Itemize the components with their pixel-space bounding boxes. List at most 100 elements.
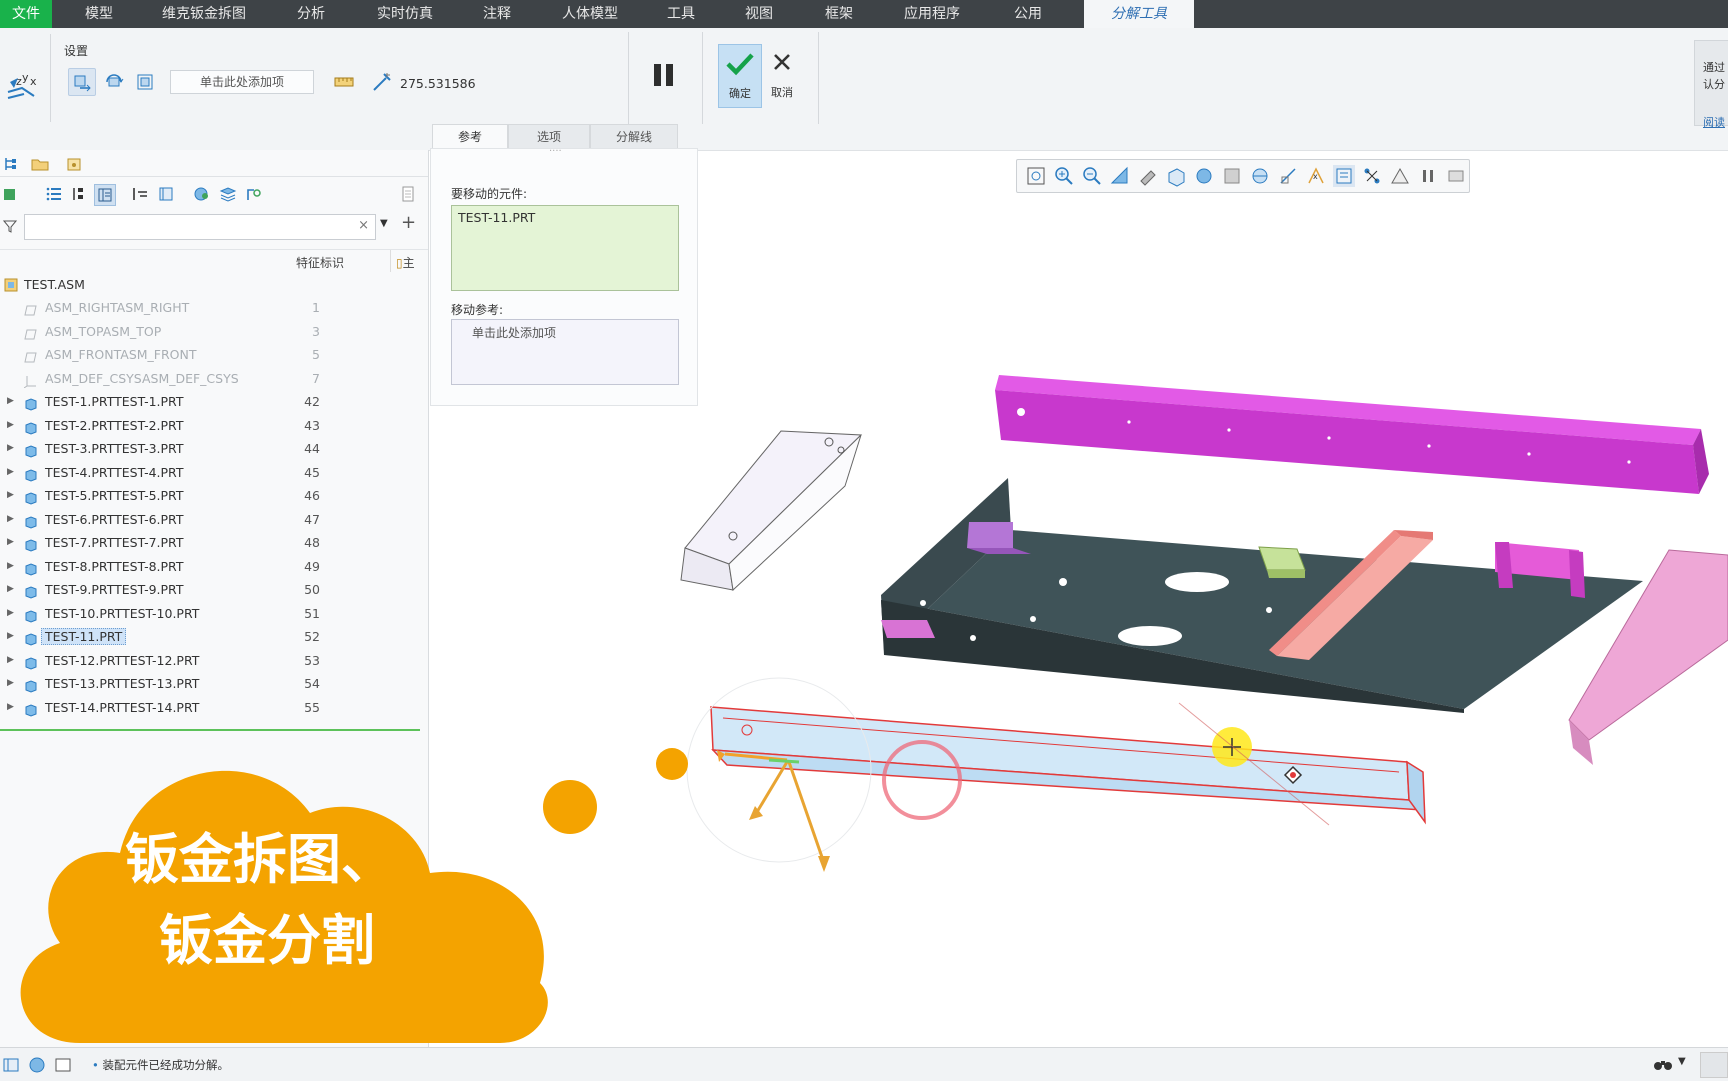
tree-row-test-13-prt[interactable]: ▶ TEST-13.PRTTEST-13.PRT 54: [0, 672, 428, 695]
fullscreen-toggle-icon[interactable]: [54, 1056, 72, 1074]
pause-button[interactable]: [650, 58, 678, 92]
components-to-move-collector[interactable]: TEST-11.PRT: [451, 205, 679, 291]
named-views-icon[interactable]: [1137, 165, 1159, 187]
part-magenta-channel[interactable]: [995, 375, 1709, 494]
selection-filter[interactable]: [1700, 1052, 1728, 1078]
part-small-tab[interactable]: [881, 620, 935, 638]
datum-display-icon[interactable]: x: [1305, 165, 1327, 187]
expand-arrow-icon[interactable]: ▶: [7, 461, 14, 484]
saved-orientations-icon[interactable]: [1193, 165, 1215, 187]
expand-arrow-icon[interactable]: ▶: [7, 578, 14, 601]
folder-browser-icon[interactable]: [30, 154, 50, 174]
rotate-motion-button[interactable]: [100, 68, 128, 96]
move-reference-collector[interactable]: 单击此处添加项: [451, 319, 679, 385]
part-selected-channel[interactable]: [710, 706, 1426, 825]
expand-arrow-icon[interactable]: ▶: [7, 625, 14, 648]
menu-sheetmetal-unfold[interactable]: 维克钣金拆图: [148, 0, 260, 28]
menu-tools[interactable]: 工具: [652, 0, 710, 28]
more-tools-icon[interactable]: [1445, 165, 1467, 187]
browser-toggle-icon[interactable]: [28, 1056, 46, 1074]
menu-model[interactable]: 模型: [70, 0, 128, 28]
expand-arrow-icon[interactable]: ▶: [7, 672, 14, 695]
menu-applications[interactable]: 应用程序: [890, 0, 974, 28]
expand-arrow-icon[interactable]: ▶: [7, 602, 14, 625]
navigator-toggle-icon[interactable]: [2, 1056, 20, 1074]
part-base-plate[interactable]: [881, 478, 1643, 713]
show-icon[interactable]: [0, 184, 20, 204]
zoom-in-icon[interactable]: [1053, 165, 1075, 187]
tree-row-test-3-prt[interactable]: ▶ TEST-3.PRTTEST-3.PRT 44: [0, 437, 428, 460]
tree-row-test-8-prt[interactable]: ▶ TEST-8.PRTTEST-8.PRT 49: [0, 555, 428, 578]
model-tree-tab-icon[interactable]: [0, 154, 20, 174]
tree-root[interactable]: TEST.ASM: [0, 273, 428, 296]
datum-planes-icon[interactable]: [1277, 165, 1299, 187]
menu-public[interactable]: 公用: [996, 0, 1060, 28]
component-to-move-item[interactable]: TEST-11.PRT: [458, 210, 535, 225]
motion-increment-value[interactable]: 275.531586: [400, 76, 476, 91]
repaint-icon[interactable]: [1109, 165, 1131, 187]
menu-realtime-sim[interactable]: 实时仿真: [362, 0, 448, 28]
column-header-feature-id[interactable]: 特征标识: [296, 254, 344, 271]
add-filter-icon[interactable]: +: [401, 212, 416, 233]
tree-row-test-7-prt[interactable]: ▶ TEST-7.PRTTEST-7.PRT 48: [0, 531, 428, 554]
search-input[interactable]: ×: [24, 214, 376, 240]
find-binoculars-icon[interactable]: [1652, 1055, 1676, 1073]
tree-row-test-5-prt[interactable]: ▶ TEST-5.PRTTEST-5.PRT 46: [0, 484, 428, 507]
tree-list-icon[interactable]: [44, 184, 64, 204]
find-icon[interactable]: [244, 184, 264, 204]
tab-explode-tool[interactable]: 分解工具: [1084, 0, 1194, 28]
confirm-button[interactable]: 确定: [718, 44, 762, 108]
favorites-icon[interactable]: [64, 154, 84, 174]
view-manager-icon[interactable]: [1249, 165, 1271, 187]
expand-arrow-icon[interactable]: ▶: [7, 508, 14, 531]
tree-row-test-10-prt[interactable]: ▶ TEST-10.PRTTEST-10.PRT 51: [0, 602, 428, 625]
menu-view[interactable]: 视图: [730, 0, 788, 28]
zoom-out-icon[interactable]: [1081, 165, 1103, 187]
appearance-icon[interactable]: [192, 184, 212, 204]
graphics-pause-icon[interactable]: [1417, 165, 1439, 187]
snap-distance-icon[interactable]: [368, 68, 396, 96]
expand-arrow-icon[interactable]: ▶: [7, 437, 14, 460]
menu-analysis[interactable]: 分析: [282, 0, 340, 28]
ruler-icon[interactable]: [330, 68, 358, 96]
tree-row-test-4-prt[interactable]: ▶ TEST-4.PRTTEST-4.PRT 45: [0, 461, 428, 484]
tree-row-test-1-prt[interactable]: ▶ TEST-1.PRTTEST-1.PRT 42: [0, 390, 428, 413]
clear-search-icon[interactable]: ×: [358, 218, 369, 233]
cancel-button[interactable]: 取消: [764, 44, 800, 106]
coordinate-system-icon[interactable]: y z x: [4, 68, 42, 102]
tree-doc-icon[interactable]: [398, 184, 418, 204]
tree-filter-settings-icon[interactable]: [130, 184, 150, 204]
spin-center-icon[interactable]: [1361, 165, 1383, 187]
tree-collapse-icon[interactable]: [68, 184, 88, 204]
menu-framework[interactable]: 框架: [810, 0, 868, 28]
tree-row-test-11-prt[interactable]: ▶ TEST-11.PRT 52: [0, 625, 428, 648]
tree-row-test-2-prt[interactable]: ▶ TEST-2.PRTTEST-2.PRT 43: [0, 414, 428, 437]
filter-icon[interactable]: [0, 216, 20, 236]
tab-references[interactable]: 参考: [432, 124, 508, 149]
annotation-display-icon[interactable]: [1333, 165, 1355, 187]
tab-explode-lines[interactable]: 分解线: [590, 124, 678, 149]
tree-row-test-9-prt[interactable]: ▶ TEST-9.PRTTEST-9.PRT 50: [0, 578, 428, 601]
tree-row-asm-top[interactable]: ASM_TOPASM_TOP 3: [0, 320, 428, 343]
menu-annotate[interactable]: 注释: [468, 0, 526, 28]
translate-motion-button[interactable]: [68, 68, 96, 96]
tree-row-test-12-prt[interactable]: ▶ TEST-12.PRTTEST-12.PRT 53: [0, 649, 428, 672]
filter-dropdown-icon[interactable]: ▼: [1678, 1056, 1686, 1067]
tree-columns-icon[interactable]: [94, 184, 116, 206]
menu-manikin[interactable]: 人体模型: [548, 0, 632, 28]
triangle-display-icon[interactable]: [1389, 165, 1411, 187]
expand-arrow-icon[interactable]: ▶: [7, 484, 14, 507]
tree-row-asm-right[interactable]: ASM_RIGHTASM_RIGHT 1: [0, 296, 428, 319]
search-dropdown-icon[interactable]: ▼: [380, 218, 388, 229]
motion-reference-collector[interactable]: 单击此处添加项: [170, 70, 314, 94]
expand-arrow-icon[interactable]: ▶: [7, 414, 14, 437]
layers-icon[interactable]: [218, 184, 238, 204]
tree-settings-icon[interactable]: [156, 184, 176, 204]
tree-row-asm-front[interactable]: ASM_FRONTASM_FRONT 5: [0, 343, 428, 366]
display-style-icon[interactable]: [1165, 165, 1187, 187]
expand-arrow-icon[interactable]: ▶: [7, 390, 14, 413]
view-plane-motion-button[interactable]: [131, 68, 159, 96]
menu-file[interactable]: 文件: [0, 0, 52, 28]
help-read-link[interactable]: 阅读: [1703, 114, 1725, 130]
panel-grip[interactable]: ····: [549, 147, 569, 157]
